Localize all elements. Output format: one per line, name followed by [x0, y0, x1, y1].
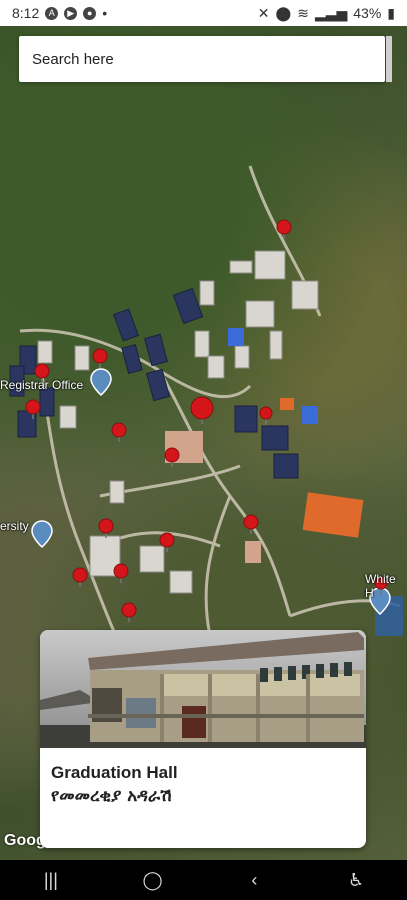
location-icon: ⬤ [275, 4, 292, 21]
map-pin [111, 422, 127, 442]
status-time: 8:12 [12, 5, 40, 21]
map-pins [25, 219, 388, 622]
search-input[interactable] [30, 49, 374, 69]
mute-icon: ✕ [257, 4, 270, 21]
battery-text: 43% [353, 5, 382, 21]
accessibility-button[interactable]: ♿ [326, 870, 386, 891]
video-camera-icon: ▶ [64, 6, 78, 20]
place-title: Graduation Hall [51, 763, 178, 782]
recents-button[interactable]: ||| [21, 870, 81, 891]
map-pin [121, 602, 137, 622]
github-icon: ● [83, 6, 97, 20]
map-pin-selected [190, 396, 214, 424]
more-dot-icon: • [102, 5, 108, 21]
status-bar: 8:12 A ▶ ● • ✕ ⬤ ≋ ▂▃▅ 43% ▮ [0, 0, 407, 26]
place-photo [40, 630, 366, 748]
map-pin [259, 406, 273, 425]
map-label-university[interactable]: ersity [0, 519, 29, 533]
map-pin [164, 447, 180, 467]
map-label-registrar[interactable]: Registrar Office [0, 378, 83, 392]
place-subtitle-amharic: የመመረቂያ አዳራሽ [51, 786, 172, 806]
map-pin [113, 563, 129, 583]
wifi-icon: ≋ [297, 4, 309, 21]
map-pin [98, 518, 114, 538]
map-pin [72, 567, 88, 587]
map-pin [92, 348, 108, 368]
system-nav-bar: ||| ◯ ‹ ♿ [0, 860, 407, 900]
place-info-card[interactable]: Graduation Hall የመመረቂያ አዳራሽ [40, 630, 366, 848]
home-button[interactable]: ◯ [123, 870, 183, 891]
back-button[interactable]: ‹ [224, 870, 284, 891]
battery-icon: ▮ [387, 4, 395, 21]
signal-icon: ▂▃▅ [314, 4, 348, 21]
search-scroll-indicator [386, 36, 392, 82]
notification-app-icon: A [45, 6, 59, 20]
map-label-white-house[interactable]: White H [365, 572, 407, 600]
search-box[interactable] [19, 36, 385, 82]
